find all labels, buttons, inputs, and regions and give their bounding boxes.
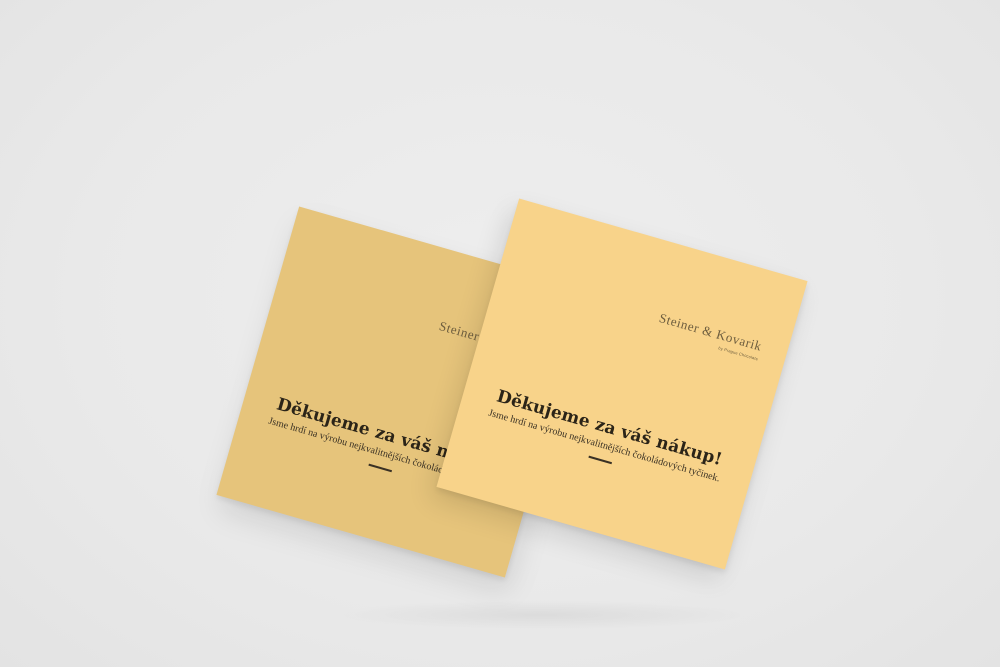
brand-logo: Steiner & Kovarik by Prague Chocolate xyxy=(655,310,764,361)
headline: Děkujeme za váš nákup! xyxy=(494,386,725,470)
divider-rule xyxy=(368,463,393,473)
divider-rule xyxy=(588,455,613,465)
mockup-scene: Steiner & Kovarik by Prague Chocolate Dě… xyxy=(0,0,1000,667)
thank-you-message: Děkujeme za váš nákup! Jsme hrdí na výro… xyxy=(456,377,757,502)
floor-shadow xyxy=(330,600,750,630)
